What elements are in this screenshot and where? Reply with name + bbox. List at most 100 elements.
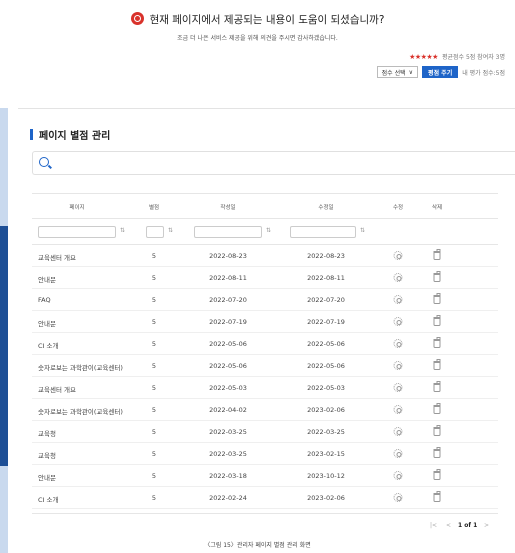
table-body: 교육센터 개요 5 2022-08-23 2022-08-23 안내문 5 2022-08-…	[32, 245, 498, 509]
table-row[interactable]: CI 소개 5 2022-02-24 2023-02-06	[32, 487, 498, 509]
cell-rating: 5	[151, 384, 157, 392]
sort-icon[interactable]: ⇅	[168, 227, 173, 234]
sort-icon[interactable]: ⇅	[360, 227, 365, 234]
cell-updated: 2023-02-06	[307, 494, 345, 502]
cell-created: 2022-08-11	[209, 274, 247, 282]
settings-gear-icon[interactable]	[393, 295, 403, 304]
table-row[interactable]: 교육센터 개요 5 2022-05-03 2022-05-03	[32, 377, 498, 399]
column-header-rating[interactable]: 별점	[149, 203, 159, 211]
table-row[interactable]: 숫자로보는 과학관이(교육센터) 5 2022-05-06 2022-05-06	[32, 355, 498, 377]
cell-updated: 2022-08-23	[307, 252, 345, 260]
cell-rating: 5	[151, 362, 157, 370]
search-icon[interactable]	[39, 157, 49, 167]
trash-icon[interactable]	[433, 359, 441, 370]
trash-icon[interactable]	[433, 381, 441, 392]
cell-page: 교육청	[38, 430, 56, 438]
score-select[interactable]: 점수 선택 ∨	[376, 66, 419, 78]
sidebar-accent-dark	[0, 226, 8, 466]
settings-gear-icon[interactable]	[393, 449, 403, 458]
trash-icon[interactable]	[433, 491, 441, 502]
column-header-edit: 수정	[392, 205, 404, 211]
table-row[interactable]: CI 소개 5 2022-05-06 2022-05-06	[32, 333, 498, 355]
prev-page-button[interactable]: <	[446, 522, 451, 529]
cell-page: 교육센터 개요	[38, 254, 76, 262]
cell-rating: 5	[151, 472, 157, 480]
rating-summary: ★★★★★ 평균점수 5점 참여자 3명	[409, 52, 505, 62]
created-filter-input[interactable]	[194, 226, 262, 238]
cell-created: 2022-05-03	[209, 384, 247, 392]
pagination: |< < 1 of 1 >	[32, 513, 498, 537]
column-header-updated[interactable]: 수정일	[318, 203, 333, 211]
trash-icon[interactable]	[433, 447, 441, 458]
cell-page: CI 소개	[38, 342, 59, 350]
trash-icon[interactable]	[433, 469, 441, 480]
page-title: 페이지 별점 관리	[30, 127, 110, 142]
search-input[interactable]	[32, 151, 515, 175]
feedback-question-text: 현재 페이지에서 제공되는 내용이 도움이 되셨습니까?	[149, 14, 385, 26]
cell-created: 2022-07-20	[209, 296, 247, 304]
settings-gear-icon[interactable]	[393, 471, 403, 480]
cell-created: 2022-04-02	[209, 406, 247, 414]
sort-icon[interactable]: ⇅	[266, 227, 271, 234]
cell-page: 교육청	[38, 452, 56, 460]
settings-gear-icon[interactable]	[393, 273, 403, 282]
cell-created: 2022-02-24	[209, 494, 247, 502]
score-controls: 점수 선택 ∨ 평점 주기 내 평가 점수:5점	[376, 66, 505, 78]
cell-rating: 5	[151, 296, 157, 304]
settings-gear-icon[interactable]	[393, 317, 403, 326]
column-header-page[interactable]: 페이지	[69, 203, 84, 211]
cell-created: 2022-05-06	[209, 340, 247, 348]
trash-icon[interactable]	[433, 315, 441, 326]
settings-gear-icon[interactable]	[393, 493, 403, 502]
table-row[interactable]: FAQ 5 2022-07-20 2022-07-20	[32, 289, 498, 311]
settings-gear-icon[interactable]	[393, 339, 403, 348]
cell-page: 안내문	[38, 276, 56, 284]
page-filter-input[interactable]	[38, 226, 116, 238]
table-row[interactable]: 숫자로보는 과학관이(교육센터) 5 2022-04-02 2023-02-06	[32, 399, 498, 421]
settings-gear-icon[interactable]	[393, 427, 403, 436]
updated-filter-input[interactable]	[290, 226, 356, 238]
column-header-created[interactable]: 작성일	[220, 203, 235, 211]
trash-icon[interactable]	[433, 293, 441, 304]
rating-filter-input[interactable]	[146, 226, 164, 238]
page-info: 1 of 1	[458, 522, 478, 529]
sort-icon[interactable]: ⇅	[120, 227, 125, 234]
settings-gear-icon[interactable]	[393, 361, 403, 370]
settings-gear-icon[interactable]	[393, 383, 403, 392]
star-rating-icon: ★★★★★	[409, 52, 438, 61]
table-row[interactable]: 안내문 5 2022-08-11 2022-08-11	[32, 267, 498, 289]
chevron-down-icon: ∨	[408, 68, 414, 76]
cell-rating: 5	[151, 274, 157, 282]
page-title-text: 페이지 별점 관리	[39, 131, 111, 142]
cell-created: 2022-07-19	[209, 318, 247, 326]
sidebar-accent	[0, 108, 8, 553]
cell-rating: 5	[151, 340, 157, 348]
cell-updated: 2023-02-06	[307, 406, 345, 414]
rating-text: 평균점수 5점 참여자 3명	[441, 54, 505, 61]
trash-icon[interactable]	[433, 271, 441, 282]
trash-icon[interactable]	[433, 403, 441, 414]
cell-created: 2022-05-06	[209, 362, 247, 370]
table-row[interactable]: 교육센터 개요 5 2022-08-23 2022-08-23	[32, 245, 498, 267]
trash-icon[interactable]	[433, 337, 441, 348]
next-page-button[interactable]: >	[484, 522, 489, 529]
table-row[interactable]: 교육청 5 2022-03-25 2022-03-25	[32, 421, 498, 443]
cell-updated: 2022-05-03	[307, 384, 345, 392]
settings-gear-icon[interactable]	[393, 251, 403, 260]
settings-gear-icon[interactable]	[393, 405, 403, 414]
feedback-subtitle: 조금 더 나은 서비스 제공을 위해 의견을 주시면 감사하겠습니다.	[177, 35, 338, 42]
cell-created: 2022-08-23	[209, 252, 247, 260]
submit-score-button[interactable]: 평점 주기	[422, 66, 459, 78]
cell-updated: 2022-08-11	[307, 274, 345, 282]
table-row[interactable]: 교육청 5 2022-03-25 2023-02-15	[32, 443, 498, 465]
cell-updated: 2023-10-12	[307, 472, 345, 480]
filter-row: ⇅ ⇅ ⇅ ⇅	[32, 219, 498, 245]
score-select-label: 점수 선택	[381, 69, 406, 77]
cell-rating: 5	[151, 406, 157, 414]
trash-icon[interactable]	[433, 425, 441, 436]
first-page-button[interactable]: |<	[430, 522, 437, 529]
cell-updated: 2022-03-25	[307, 428, 345, 436]
table-row[interactable]: 안내문 5 2022-07-19 2022-07-19	[32, 311, 498, 333]
trash-icon[interactable]	[433, 249, 441, 260]
table-row[interactable]: 안내문 5 2022-03-18 2023-10-12	[32, 465, 498, 487]
